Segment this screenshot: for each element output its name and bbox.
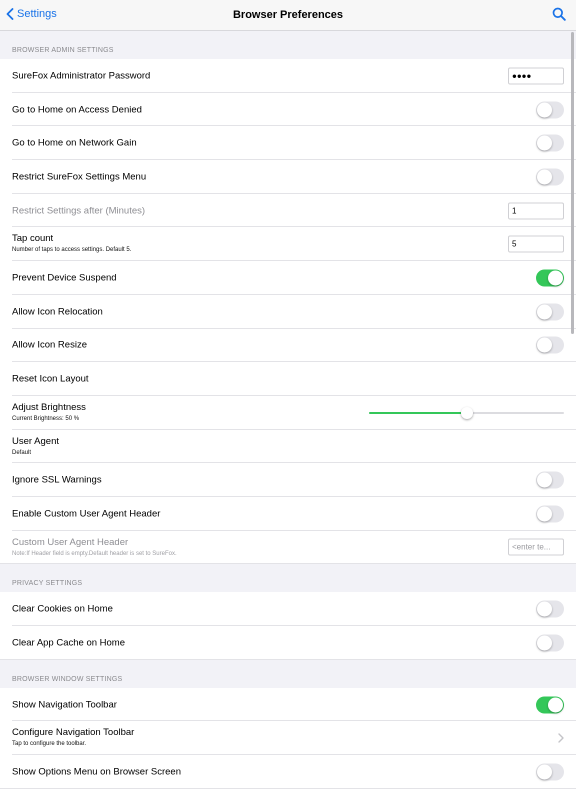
row-label: Restrict SureFox Settings Menu	[12, 171, 147, 183]
brightness-slider[interactable]	[369, 406, 564, 419]
section-header: PRIVACY SETTINGS	[0, 564, 576, 593]
row-surefox-administrator-password: SureFox Administrator Password ●●●●	[0, 59, 576, 93]
row-custom-user-agent-header: Custom User Agent Header Note:If Header f…	[0, 531, 576, 565]
row-label: Allow Icon Relocation	[12, 306, 103, 318]
row-go-to-home-on-access-denied: Go to Home on Access Denied	[0, 93, 576, 127]
row-label: Show Options Menu on Browser Screen	[12, 766, 181, 778]
toggle-knob	[537, 102, 552, 118]
section-header: BROWSER WINDOW SETTINGS	[0, 659, 576, 688]
row-label: Restrict Settings after (Minutes)	[12, 205, 146, 217]
toggle-switch[interactable]	[536, 168, 564, 186]
section-header: BROWSER ADMIN SETTINGS	[0, 31, 576, 59]
toggle-switch[interactable]	[536, 600, 564, 618]
row-prevent-device-suspend: Prevent Device Suspend	[0, 261, 576, 295]
toggle-knob	[537, 337, 552, 353]
toggle-switch[interactable]	[536, 269, 564, 287]
slider-thumb[interactable]	[460, 406, 473, 419]
row-subtitle: Number of taps to access settings. Defau…	[12, 247, 132, 254]
text-input[interactable]: 1	[508, 202, 564, 220]
row-subtitle: Current Brightness: 50 %	[12, 415, 80, 422]
text-input[interactable]: <enter te...	[508, 538, 564, 556]
slider-fill	[369, 411, 467, 414]
toggle-switch[interactable]	[536, 634, 564, 652]
toggle-switch[interactable]	[536, 505, 564, 523]
scrollbar[interactable]	[571, 32, 574, 334]
row-label: User Agent	[12, 435, 59, 447]
chevron-right-icon	[558, 733, 564, 743]
toggle-switch[interactable]	[536, 696, 564, 714]
row-subtitle: Default	[12, 449, 32, 456]
row-enable-custom-user-agent-header: Enable Custom User Agent Header	[0, 497, 576, 531]
row-configure-navigation-toolbar[interactable]: Configure Navigation Toolbar Tap to confi…	[0, 721, 576, 755]
row-clear-app-cache-on-home: Clear App Cache on Home	[0, 626, 576, 660]
row-label: Allow Icon Resize	[12, 339, 87, 351]
row-allow-icon-relocation: Allow Icon Relocation	[0, 295, 576, 329]
toggle-switch[interactable]	[536, 134, 564, 152]
row-label: SureFox Administrator Password	[12, 70, 151, 82]
row-label: Enable Custom User Agent Header	[12, 508, 161, 520]
row-label: Clear Cookies on Home	[12, 603, 113, 615]
navigation-bar: Settings Browser Preferences	[0, 0, 576, 31]
toggle-knob	[537, 764, 552, 780]
text-input[interactable]: ●●●●	[508, 67, 564, 85]
row-show-options-menu-on-browser-screen: Show Options Menu on Browser Screen	[0, 755, 576, 789]
row-label: Custom User Agent Header	[12, 536, 129, 548]
row-subtitle: Tap to configure the toolbar.	[12, 741, 87, 748]
search-button[interactable]	[552, 7, 566, 26]
page-title: Browser Preferences	[232, 9, 344, 21]
row-show-navigation-toolbar: Show Navigation Toolbar	[0, 688, 576, 722]
row-label: Clear App Cache on Home	[12, 637, 126, 649]
row-tap-count: Tap count Number of taps to access settin…	[0, 227, 576, 261]
row-label: Ignore SSL Warnings	[12, 474, 102, 486]
toggle-knob	[537, 506, 552, 522]
row-label: Adjust Brightness	[12, 401, 86, 413]
row-reset-icon-layout[interactable]: Reset Icon Layout	[0, 362, 576, 396]
row-restrict-surefox-settings-menu: Restrict SureFox Settings Menu	[0, 160, 576, 194]
row-label: Configure Navigation Toolbar	[12, 727, 135, 739]
toggle-knob	[537, 635, 552, 651]
row-label: Show Navigation Toolbar	[12, 699, 117, 711]
section-group: Show Navigation Toolbar Configure Navigat…	[0, 687, 576, 789]
row-allow-icon-resize: Allow Icon Resize	[0, 329, 576, 363]
row-subtitle: Note:If Header field is empty.Default he…	[12, 550, 177, 557]
search-icon	[552, 7, 566, 21]
settings-list: BROWSER ADMIN SETTINGS SureFox Administra…	[0, 31, 576, 789]
row-go-to-home-on-network-gain: Go to Home on Network Gain	[0, 126, 576, 160]
row-clear-cookies-on-home: Clear Cookies on Home	[0, 592, 576, 626]
section-group: SureFox Administrator Password ●●●● Go to …	[0, 59, 576, 565]
toggle-knob	[537, 472, 552, 488]
row-label: Go to Home on Network Gain	[12, 137, 137, 149]
toggle-switch[interactable]	[536, 763, 564, 781]
toggle-knob	[548, 697, 563, 713]
toggle-switch[interactable]	[536, 101, 564, 119]
toggle-knob	[537, 601, 552, 617]
row-adjust-brightness: Adjust Brightness Current Brightness: 50 …	[0, 396, 576, 430]
row-label: Go to Home on Access Denied	[12, 104, 142, 116]
row-restrict-settings-after-minutes: Restrict Settings after (Minutes) 1	[0, 194, 576, 228]
toggle-switch[interactable]	[536, 471, 564, 489]
row-label: Prevent Device Suspend	[12, 272, 117, 284]
row-label: Reset Icon Layout	[12, 373, 89, 385]
toggle-switch[interactable]	[536, 303, 564, 321]
row-user-agent[interactable]: User Agent Default	[0, 430, 576, 464]
text-input[interactable]: 5	[508, 235, 564, 253]
toggle-knob	[537, 135, 552, 151]
toggle-knob	[537, 304, 552, 320]
row-label: Tap count	[12, 233, 54, 245]
section-group: Clear Cookies on Home Clear App Cache on …	[0, 592, 576, 660]
toggle-knob	[548, 270, 563, 286]
toggle-knob	[537, 169, 552, 185]
toggle-switch[interactable]	[536, 336, 564, 354]
row-ignore-ssl-warnings: Ignore SSL Warnings	[0, 463, 576, 497]
